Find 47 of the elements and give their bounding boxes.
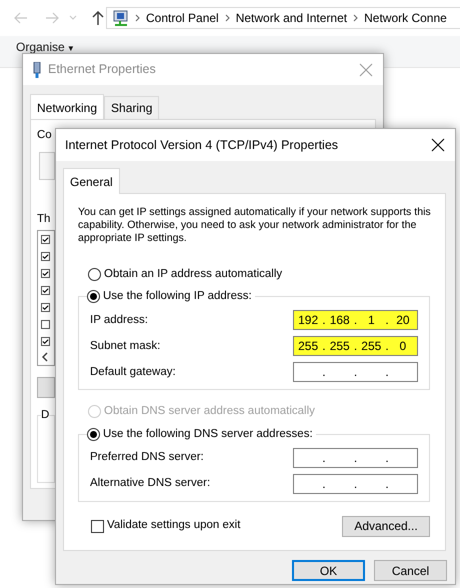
organise-menu[interactable]: Organise	[16, 40, 65, 54]
checkbox[interactable]	[41, 286, 50, 295]
radio-option: Obtain DNS server address automatically	[88, 403, 430, 420]
breadcrumb[interactable]: Control Panel	[146, 9, 219, 27]
address-bar[interactable]: Control Panel Network and Internet Network Conne	[106, 7, 460, 29]
ip-address-field[interactable]: . . .	[293, 362, 418, 382]
advanced-button[interactable]: Advanced...	[342, 516, 430, 536]
dialog-button[interactable]: OK	[292, 560, 365, 581]
up-icon[interactable]	[92, 10, 104, 24]
checkbox[interactable]	[41, 252, 50, 261]
label: Th	[37, 212, 50, 227]
ip-address-field[interactable]: . . .	[293, 474, 418, 494]
ethernet-icon	[32, 62, 42, 78]
ip-address-field[interactable]: . . .	[293, 448, 418, 468]
field-label: Preferred DNS server:	[90, 450, 205, 465]
checkbox[interactable]	[41, 269, 50, 278]
ip-address-field[interactable]: 255 . 255 . 255 . 0	[293, 336, 418, 356]
tab[interactable]: Sharing	[104, 96, 160, 119]
window-title: Ethernet Properties	[48, 61, 157, 78]
radio-option[interactable]: Use the following DNS server addresses:	[87, 426, 316, 443]
field-label: Subnet mask:	[90, 338, 162, 354]
close-icon[interactable]	[431, 138, 445, 152]
checkbox[interactable]	[41, 337, 50, 346]
dialog-button[interactable]: Cancel	[374, 560, 447, 581]
tab[interactable]: Networking	[30, 94, 104, 120]
scroll-left-icon[interactable]	[42, 352, 48, 362]
radio-option[interactable]: Use the following IP address:	[87, 288, 255, 306]
network-icon	[113, 10, 129, 26]
breadcrumb[interactable]: Network Conne	[364, 9, 447, 27]
checkbox[interactable]	[41, 235, 50, 244]
tab[interactable]: General	[63, 168, 120, 194]
chevron-icon[interactable]	[224, 14, 230, 22]
label: Co	[37, 128, 52, 143]
chevron-icon[interactable]	[353, 14, 358, 22]
breadcrumb[interactable]: Network and Internet	[236, 9, 348, 27]
checkbox[interactable]	[41, 303, 50, 312]
caret-icon: ▼	[64, 44, 75, 53]
checkbox-option[interactable]: Validate settings upon exit	[91, 517, 240, 535]
window-title: Internet Protocol Version 4 (TCP/IPv4) Properties	[65, 136, 340, 154]
field-label: Alternative DNS server:	[90, 476, 212, 491]
radio-option[interactable]: Obtain an IP address automatically	[88, 266, 430, 284]
checkbox[interactable]	[41, 320, 50, 329]
intro-paragraph: You can get IP settings assigned automatically if your network supports this capability. Otherwise, you need to ask your network administrator for the appropriate IP settings.	[78, 206, 432, 245]
chevron-icon[interactable]	[135, 14, 140, 22]
ip-address-field[interactable]: 192 . 168 . 1 . 20	[293, 310, 418, 330]
field-label: Default gateway:	[90, 364, 177, 380]
field-label: IP address:	[90, 312, 149, 328]
